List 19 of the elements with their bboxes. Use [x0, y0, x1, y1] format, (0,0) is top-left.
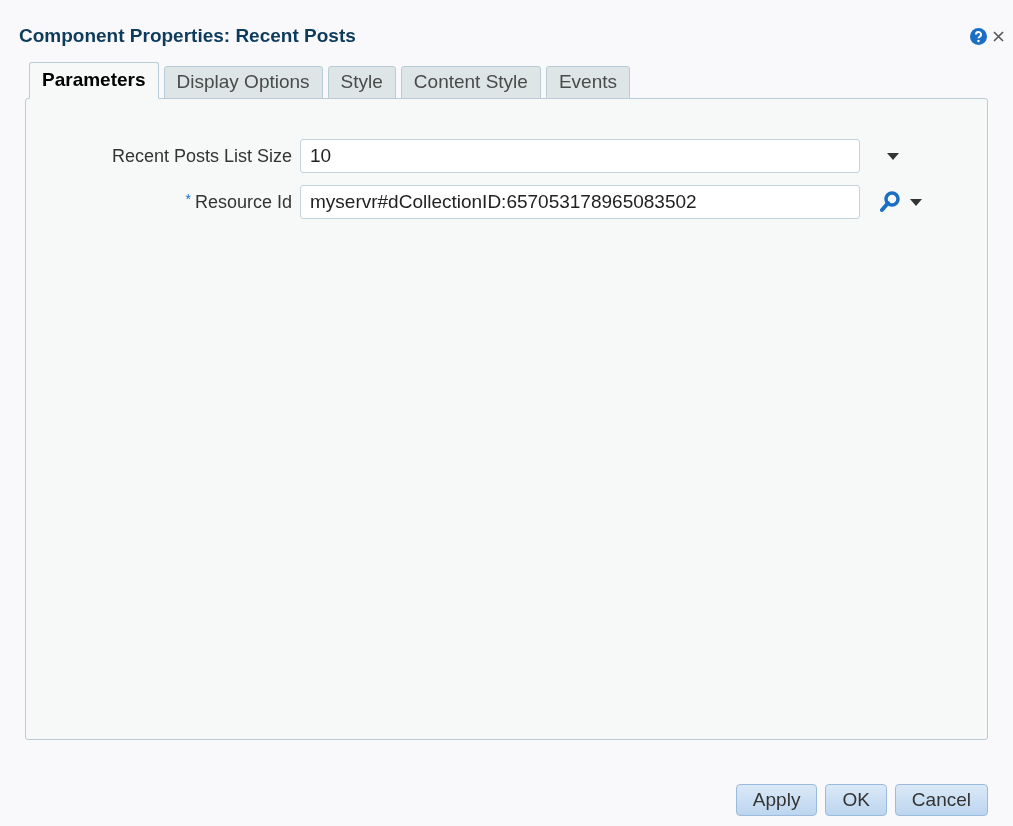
tab[interactable]: Display Options	[163, 66, 323, 99]
tab[interactable]: Content Style	[400, 66, 541, 99]
close-icon[interactable]	[993, 30, 1004, 42]
input-field[interactable]: myservr#dCollectionID:657053178965083502	[300, 185, 860, 219]
dialog-button[interactable]: OK	[825, 784, 887, 816]
dialog-button[interactable]: Apply	[735, 784, 818, 816]
dropdown-caret-icon[interactable]	[887, 152, 899, 160]
tab[interactable]: Events	[545, 66, 630, 99]
input-field[interactable]: 10	[300, 139, 860, 173]
required-marker: *	[185, 189, 191, 209]
tab[interactable]: Style	[327, 66, 396, 99]
field-label: Resource Id	[194, 190, 292, 214]
field-label: Recent Posts List Size	[111, 144, 292, 168]
tab[interactable]: Parameters	[29, 62, 159, 99]
help-icon[interactable]	[970, 27, 987, 45]
window-title: Component Properties: Recent Posts	[19, 23, 356, 48]
search-icon[interactable]	[880, 191, 900, 213]
dropdown-caret-icon[interactable]	[910, 198, 922, 206]
dialog-button[interactable]: Cancel	[894, 784, 988, 816]
